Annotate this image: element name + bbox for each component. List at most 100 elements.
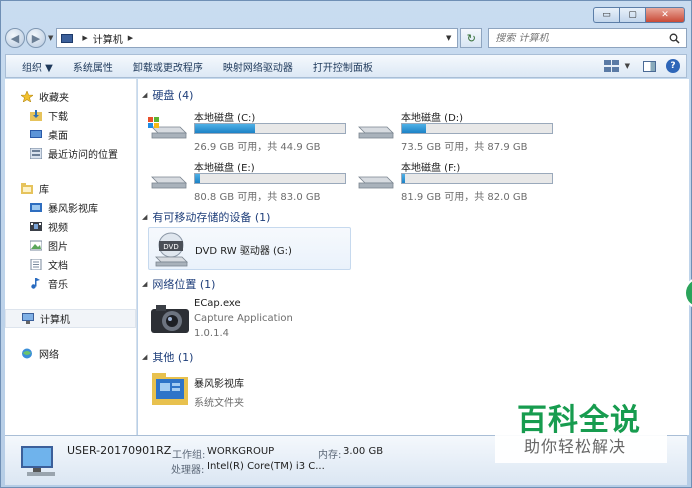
system-properties-button[interactable]: 系统属性 [63,59,123,74]
sidebar-label: 网络 [39,350,59,361]
sidebar-item-recent-places[interactable]: 最近访问的位置 [5,144,136,163]
back-button[interactable]: ◀ [5,28,25,48]
sidebar-item-documents[interactable]: 文档 [5,255,136,274]
search-box[interactable] [488,28,687,48]
watermark-slogan: 助你轻松解决 [524,437,627,456]
sidebar-item-music[interactable]: 音乐 [5,274,136,293]
collapse-triangle-icon[interactable]: ◢ [142,280,147,288]
group-header-hard-disks[interactable]: ◢ 硬盘 (4) [142,87,193,103]
maximize-button[interactable]: ▢ [619,7,645,23]
drive-free-space: 26.9 GB 可用，共 44.9 GB [194,142,321,153]
sidebar-label: 库 [39,185,49,196]
help-icon[interactable]: ? [666,59,680,73]
refresh-icon: ↻ [466,31,476,45]
recent-places-icon [30,148,42,159]
sidebar-label: 下载 [48,112,68,123]
network-item-ecap[interactable]: ECap.exe Capture Application 1.0.1.4 [150,298,293,339]
drive-free-space: 73.5 GB 可用，共 87.9 GB [401,142,528,153]
pictures-icon [30,240,42,251]
forward-button[interactable]: ▶ [26,28,46,48]
network-icon [22,348,32,359]
close-button[interactable]: ✕ [645,7,685,23]
computer-name: USER-20170901RZ [67,444,172,457]
map-network-drive-button[interactable]: 映射网络驱动器 [213,59,303,74]
explorer-window: ▭ ▢ ✕ ◀ ▶ ▼ ▶ 计算机 ▶ ▼ ↻ 组织 ▼ 系统属性 卸载或更改程… [0,0,692,488]
watermark: 百科全说 助你轻松解决 [495,379,667,463]
music-icon [31,278,40,289]
group-header-removable[interactable]: ◢ 有可移动存储的设备 (1) [142,209,270,225]
group-header-network-location[interactable]: ◢ 网络位置 (1) [142,276,215,292]
video-library-folder-icon [152,373,188,405]
computer-icon [61,33,74,43]
downloads-folder-icon [30,110,42,121]
workgroup-value: WORKGROUP [207,446,275,457]
view-dropdown-icon[interactable]: ▼ [625,62,630,70]
item-version: 1.0.1.4 [194,328,229,339]
recent-pages-dropdown-icon[interactable]: ▼ [48,34,53,42]
other-item-baofeng-library[interactable]: 暴风影视库 系统文件夹 [150,373,244,409]
device-name: DVD RW 驱动器 (G:) [195,246,292,257]
drive-e[interactable]: 本地磁盘 (E:) 80.8 GB 可用，共 83.0 GB [148,159,358,203]
breadcrumb-computer[interactable]: 计算机 [93,31,123,46]
dvd-drive-icon: DVD [155,232,188,267]
drive-usage-bar [194,173,346,184]
hard-drive-icon [358,176,394,189]
view-controls: ▼ ? [603,59,686,73]
open-control-panel-button[interactable]: 打开控制面板 [303,59,383,74]
collapse-triangle-icon[interactable]: ◢ [142,213,147,221]
sidebar-item-pictures[interactable]: 图片 [5,236,136,255]
drive-free-space: 80.8 GB 可用，共 83.0 GB [194,192,321,203]
sidebar-item-videos[interactable]: 视频 [5,217,136,236]
drive-usage-bar [401,123,553,134]
collapse-triangle-icon[interactable]: ◢ [142,353,147,361]
sidebar-item-network[interactable]: 网络 [5,344,136,363]
drive-d[interactable]: 本地磁盘 (D:) 73.5 GB 可用，共 87.9 GB [355,109,565,153]
group-header-other[interactable]: ◢ 其他 (1) [142,349,193,365]
forward-arrow-icon: ▶ [31,31,41,45]
item-name: 暴风影视库 [194,379,244,390]
drive-usage-bar [401,173,553,184]
sidebar-label: 最近访问的位置 [48,150,118,161]
libraries-icon [21,183,33,194]
drive-name: 本地磁盘 (D:) [401,113,464,124]
change-view-icon[interactable] [603,60,620,72]
search-icon[interactable] [669,33,680,44]
item-name: ECap.exe [194,298,241,309]
item-description: Capture Application [194,313,293,324]
drive-usage-fill [402,174,405,183]
sidebar-item-desktop[interactable]: 桌面 [5,125,136,144]
sidebar-item-favorites[interactable]: 收藏夹 [5,87,136,106]
chevron-right-icon[interactable]: ▶ [128,34,133,42]
refresh-button[interactable]: ↻ [460,28,483,48]
sidebar-label: 计算机 [40,315,70,326]
drive-name: 本地磁盘 (C:) [194,113,256,124]
camera-icon [151,305,189,333]
memory-value: 3.00 GB [343,446,384,457]
sidebar-item-libraries[interactable]: 库 [5,179,136,198]
documents-icon [30,259,42,270]
sidebar-item-computer[interactable]: 计算机 [5,309,136,328]
dvd-label: DVD [163,243,178,251]
sidebar-label: 暴风影视库 [48,204,98,215]
preview-pane-icon[interactable] [643,60,656,72]
command-bar: 组织 ▼ 系统属性 卸载或更改程序 映射网络驱动器 打开控制面板 ▼ ? [5,54,687,78]
sidebar-label: 桌面 [48,131,68,142]
video-icon [30,222,42,231]
minimize-button[interactable]: ▭ [593,7,619,23]
sidebar-item-baofeng-library[interactable]: 暴风影视库 [5,198,136,217]
sidebar-label: 图片 [48,242,68,253]
uninstall-program-button[interactable]: 卸载或更改程序 [123,59,213,74]
sidebar-item-downloads[interactable]: 下载 [5,106,136,125]
chevron-right-icon[interactable]: ▶ [82,34,87,42]
address-dropdown-icon[interactable]: ▼ [446,34,451,42]
hard-drive-icon [358,126,394,139]
collapse-triangle-icon[interactable]: ◢ [142,91,147,99]
drive-c[interactable]: 本地磁盘 (C:) 26.9 GB 可用，共 44.9 GB [148,109,358,153]
dvd-drive-g[interactable]: DVD DVD RW 驱动器 (G:) [148,227,351,270]
processor-label: 处理器: [171,465,205,476]
organize-menu[interactable]: 组织 ▼ [12,59,63,74]
address-bar[interactable]: ▶ 计算机 ▶ ▼ [56,28,459,48]
drive-usage-fill [402,124,426,133]
drive-f[interactable]: 本地磁盘 (F:) 81.9 GB 可用，共 82.0 GB [355,159,565,203]
search-input[interactable] [495,32,646,44]
